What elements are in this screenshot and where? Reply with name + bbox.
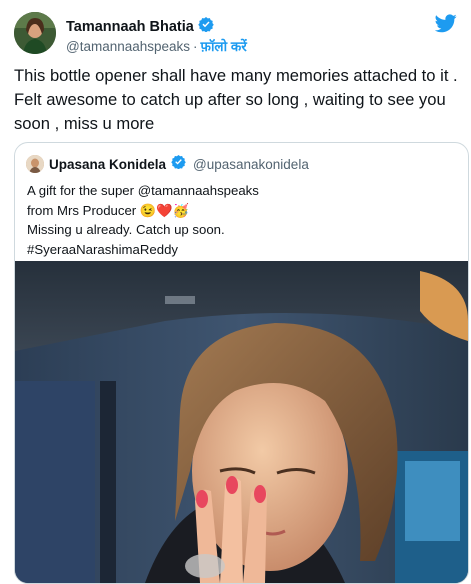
author-name-row: Tamannaah Bhatia (66, 16, 214, 37)
quoted-tweet-photo[interactable] (15, 261, 468, 583)
tweet-text: This bottle opener shall have many memor… (14, 66, 458, 133)
twitter-bird-icon[interactable] (434, 14, 457, 38)
quoted-text-line: Missing u already. Catch up soon. (27, 222, 225, 237)
author-handle[interactable]: @tamannaahspeaks (66, 39, 190, 54)
quoted-author-handle[interactable]: @upasanakonidela (193, 157, 309, 172)
author-handle-row: @tamannaahspeaks · फ़ॉलो करें (66, 37, 247, 55)
verified-badge-icon (171, 154, 186, 174)
tweet-header: Tamannaah Bhatia @tamannaahspeaks · फ़ॉल… (14, 12, 459, 56)
verified-badge-icon (198, 16, 214, 37)
quoted-text-line: A gift for the super @tamannaahspeaks (27, 183, 259, 198)
quoted-author-name[interactable]: Upasana Konidela (49, 157, 166, 172)
author-name[interactable]: Tamannaah Bhatia (66, 19, 194, 35)
quoted-text-line: from Mrs Producer 😉❤️🥳 (27, 202, 190, 218)
quoted-author-avatar[interactable] (26, 155, 44, 173)
quoted-tweet[interactable]: Upasana Konidela @upasanakonidela A gift… (14, 142, 469, 584)
separator-dot: · (193, 38, 198, 54)
author-avatar[interactable] (14, 12, 56, 54)
quoted-tweet-text: A gift for the super @tamannaahspeaks fr… (27, 181, 447, 259)
quoted-text-line: #SyeraaNarashimaReddy (27, 241, 178, 257)
quoted-author-row: Upasana Konidela @upasanakonidela (26, 154, 309, 174)
follow-button[interactable]: फ़ॉलो करें (201, 37, 247, 55)
